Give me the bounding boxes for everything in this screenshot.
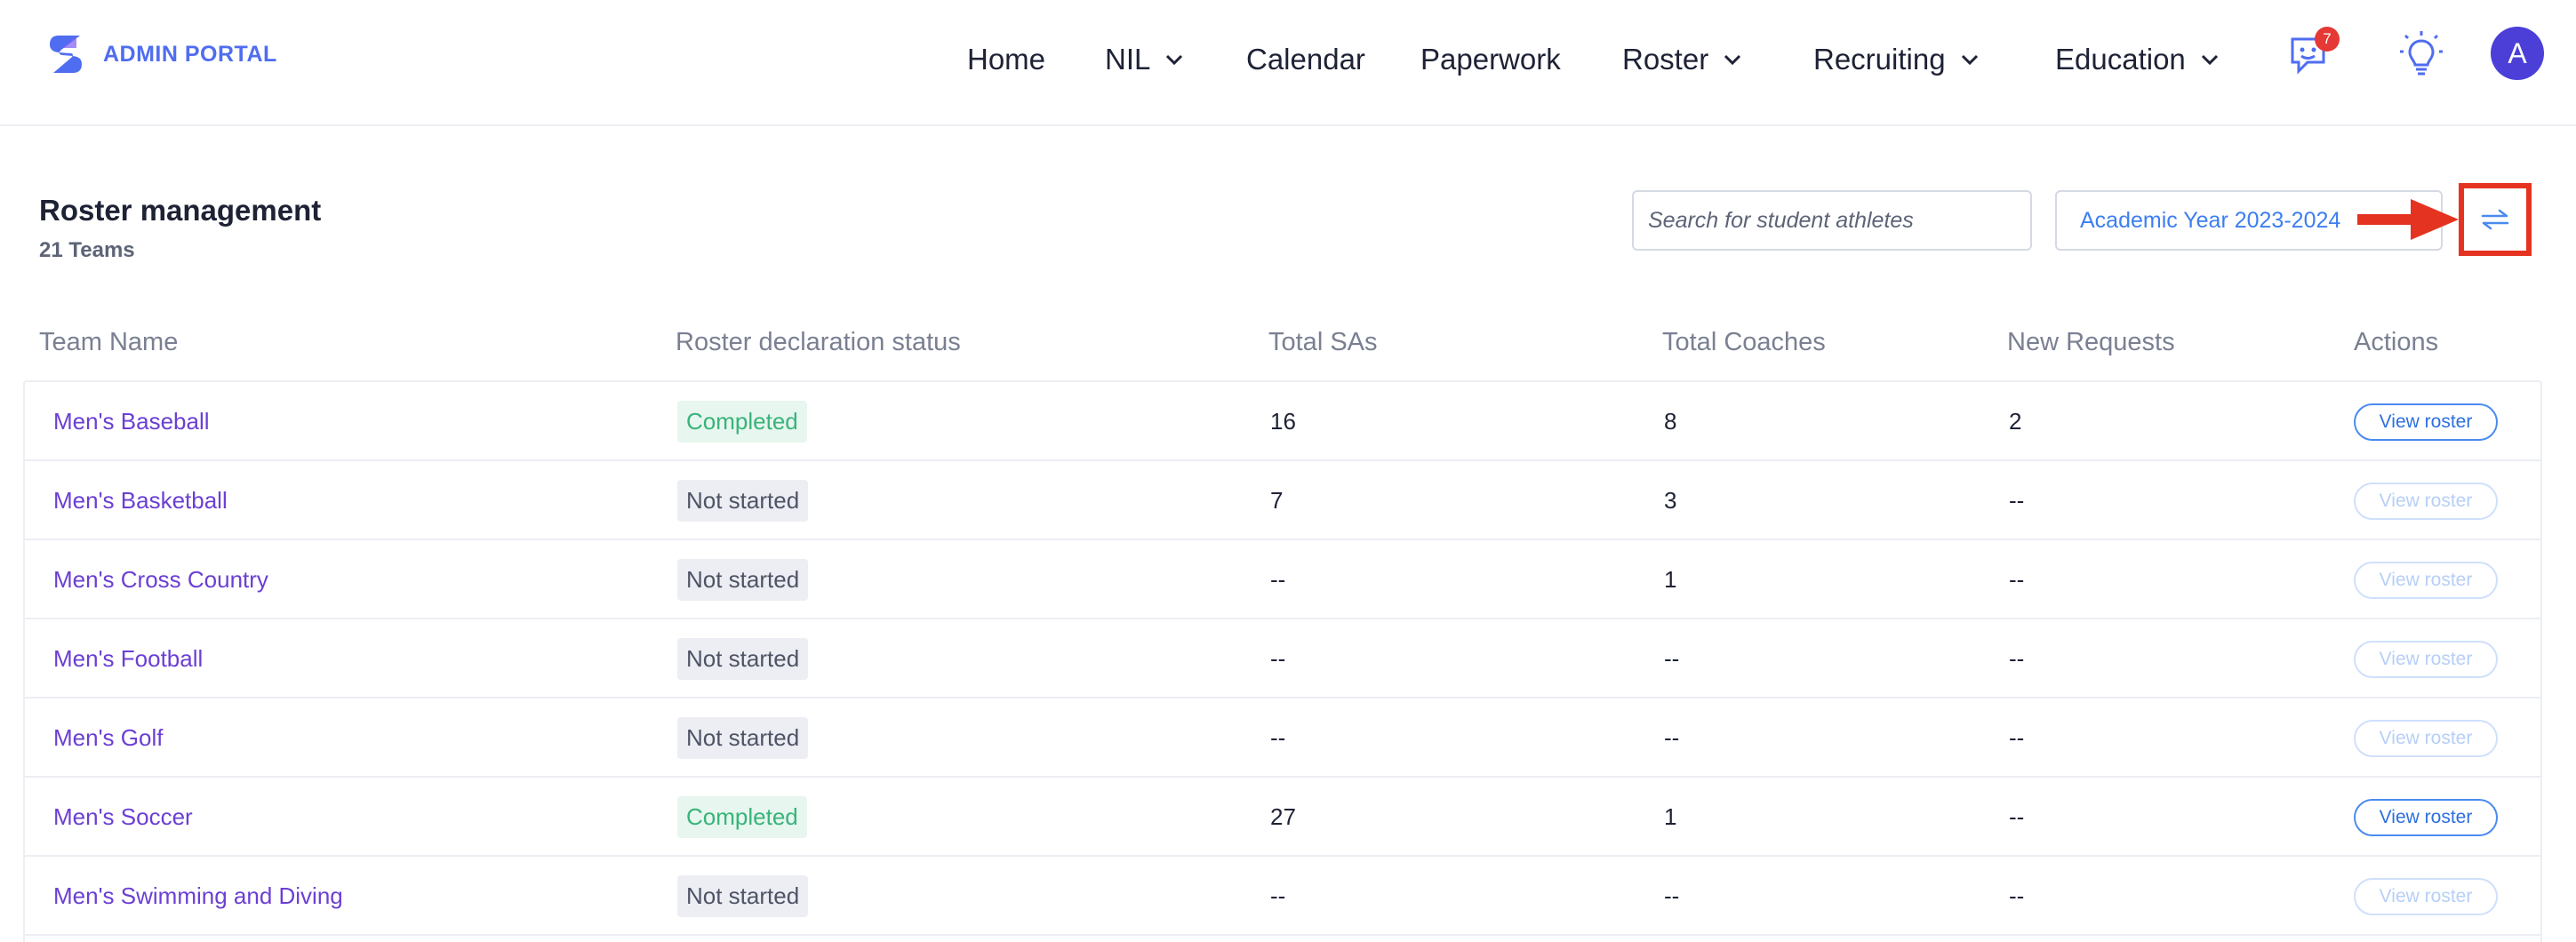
nav-roster-label: Roster — [1622, 43, 1709, 76]
new-requests-value: -- — [2009, 566, 2025, 593]
col-header-team-name: Team Name — [39, 328, 179, 356]
total-coaches-value: -- — [1664, 645, 1680, 672]
total-coaches-value: 8 — [1664, 408, 1677, 435]
table-row: Men's Soccer Completed 27 1 -- View rost… — [25, 778, 2540, 857]
status-badge: Not started — [677, 480, 809, 522]
team-name-link[interactable]: Men's Football — [53, 619, 203, 699]
new-requests-value: 2 — [2009, 408, 2022, 435]
team-name-link[interactable]: Men's Golf — [53, 699, 163, 778]
table-row: Men's Baseball Completed 16 8 2 View ros… — [25, 382, 2540, 461]
nav-calendar[interactable]: Calendar — [1246, 43, 1365, 76]
total-sas-value: 7 — [1270, 487, 1284, 514]
view-roster-button[interactable]: View roster — [2354, 640, 2498, 678]
total-sas-value: -- — [1270, 645, 1286, 672]
total-sas-value: 27 — [1270, 803, 1296, 830]
team-name-link[interactable]: Men's Baseball — [53, 382, 210, 461]
view-roster-button[interactable]: View roster — [2354, 561, 2498, 599]
swap-year-button[interactable] — [2459, 183, 2532, 256]
new-requests-value: -- — [2009, 487, 2025, 514]
new-requests-value: -- — [2009, 803, 2025, 830]
new-requests-value: -- — [2009, 724, 2025, 751]
view-roster-button[interactable]: View roster — [2354, 719, 2498, 757]
lightbulb-icon[interactable] — [2398, 28, 2444, 78]
athlete-search-input[interactable] — [1632, 190, 2032, 251]
col-header-actions: Actions — [2354, 328, 2439, 356]
view-roster-button[interactable]: View roster — [2354, 877, 2498, 915]
status-badge: Completed — [677, 401, 807, 443]
view-roster-button[interactable]: View roster — [2354, 798, 2498, 836]
annotation-arrow — [2357, 199, 2459, 240]
user-avatar[interactable]: A — [2491, 27, 2544, 80]
nav-paperwork[interactable]: Paperwork — [1420, 43, 1561, 76]
nav-calendar-label: Calendar — [1246, 43, 1365, 76]
col-header-total-coaches: Total Coaches — [1662, 328, 1826, 356]
total-sas-value: -- — [1270, 566, 1286, 593]
nav-roster[interactable]: Roster — [1622, 43, 1742, 76]
table-row: Men's Cross Country Not started -- 1 -- … — [25, 540, 2540, 619]
team-name-link[interactable]: Men's Cross Country — [53, 540, 268, 619]
total-coaches-value: 3 — [1664, 487, 1677, 514]
brand-name: ADMIN PORTAL — [103, 41, 277, 67]
table-row: Men's Basketball Not started 7 3 -- View… — [25, 461, 2540, 540]
table-row: Men's Football Not started -- -- -- View… — [25, 619, 2540, 699]
total-sas-value: -- — [1270, 724, 1286, 751]
total-coaches-value: -- — [1664, 882, 1680, 909]
nav-recruiting-label: Recruiting — [1813, 43, 1946, 76]
team-name-link[interactable]: Men's Swimming and Diving — [53, 857, 343, 936]
col-header-new-requests: New Requests — [2007, 328, 2175, 356]
total-coaches-value: 1 — [1664, 566, 1677, 593]
nav-home[interactable]: Home — [967, 43, 1045, 76]
status-badge: Completed — [677, 796, 807, 838]
total-coaches-value: 1 — [1664, 803, 1677, 830]
view-roster-button[interactable]: View roster — [2354, 482, 2498, 520]
roster-table: Men's Baseball Completed 16 8 2 View ros… — [23, 380, 2542, 942]
table-row: Men's Swimming and Diving Not started --… — [25, 857, 2540, 936]
nav-nil[interactable]: NIL — [1105, 43, 1184, 76]
col-header-roster-status: Roster declaration status — [676, 328, 961, 356]
team-name-link[interactable]: Men's Basketball — [53, 461, 228, 540]
status-badge: Not started — [677, 638, 809, 680]
nav-education[interactable]: Education — [2055, 43, 2220, 76]
total-coaches-value: -- — [1664, 724, 1680, 751]
status-badge: Not started — [677, 559, 809, 601]
status-badge: Not started — [677, 875, 809, 917]
nav-recruiting[interactable]: Recruiting — [1813, 43, 1980, 76]
messages-count-badge: 7 — [2315, 27, 2340, 52]
chevron-down-icon — [1166, 54, 1183, 66]
top-navigation-bar: ADMIN PORTAL Home NIL Calendar Paperwork… — [0, 0, 2576, 126]
nav-education-label: Education — [2055, 43, 2186, 76]
academic-year-value: Academic Year 2023-2024 — [2080, 207, 2341, 233]
team-name-link[interactable]: Men's Soccer — [53, 778, 193, 857]
page-title: Roster management — [39, 194, 322, 227]
col-header-total-sas: Total SAs — [1268, 328, 1378, 356]
chevron-down-icon — [1961, 54, 1978, 66]
nav-home-label: Home — [967, 43, 1046, 76]
brand[interactable]: ADMIN PORTAL — [44, 32, 277, 76]
total-sas-value: 16 — [1270, 408, 1296, 435]
chevron-down-icon — [1724, 54, 1741, 66]
brand-s-logo-icon — [50, 36, 82, 73]
view-roster-button[interactable]: View roster — [2354, 403, 2498, 441]
swap-arrows-icon — [2481, 209, 2509, 230]
table-row: Men's Golf Not started -- -- -- View ros… — [25, 699, 2540, 778]
new-requests-value: -- — [2009, 882, 2025, 909]
chevron-down-icon — [2201, 54, 2218, 66]
team-count: 21 Teams — [39, 238, 135, 262]
nav-nil-label: NIL — [1105, 43, 1151, 76]
total-sas-value: -- — [1270, 882, 1286, 909]
status-badge: Not started — [677, 717, 809, 759]
nav-paperwork-label: Paperwork — [1420, 43, 1561, 76]
new-requests-value: -- — [2009, 645, 2025, 672]
